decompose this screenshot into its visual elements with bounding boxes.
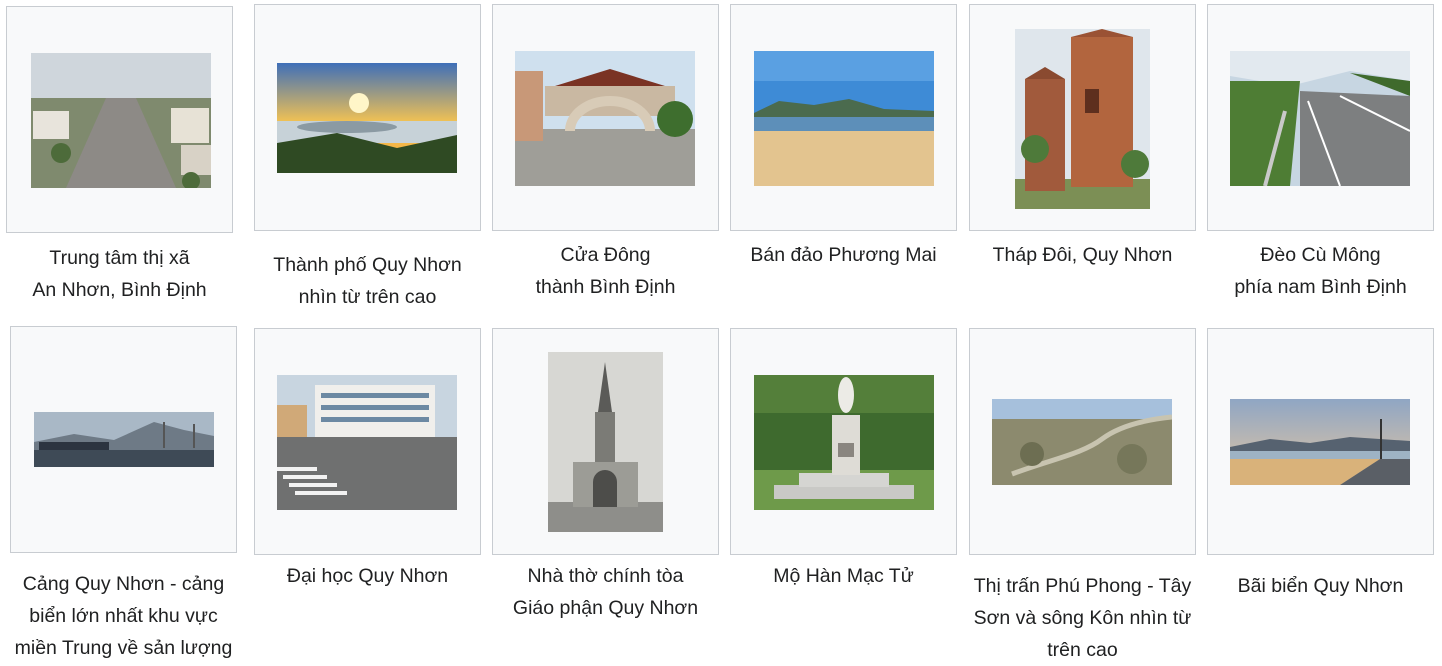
photo-thap-doi[interactable]	[1015, 29, 1150, 209]
caption-line: Cửa Đông	[560, 244, 651, 266]
thumbnail-frame[interactable]	[969, 4, 1196, 231]
caption-line: Cảng Quy Nhơn - cảng	[22, 573, 225, 595]
thumbnail-frame[interactable]	[969, 328, 1196, 555]
photo-bai-bien[interactable]	[1230, 399, 1410, 485]
caption-line: thành Bình Định	[535, 276, 676, 298]
photo-mo-han-mac-tu[interactable]	[754, 375, 934, 510]
caption-line: phía nam Bình Định	[1234, 276, 1407, 298]
caption-line: trên cao	[1047, 639, 1118, 661]
thumbnail-frame[interactable]	[6, 6, 233, 233]
caption: Tháp Đôi, Quy Nhơn	[969, 239, 1196, 271]
thumbnail-frame[interactable]	[254, 4, 481, 231]
caption-line: Đèo Cù Mông	[1260, 244, 1381, 266]
caption: Đại học Quy Nhơn	[254, 560, 481, 592]
photo-deo-cu-mong[interactable]	[1230, 51, 1410, 186]
caption-line: Thị trấn Phú Phong - Tây	[973, 575, 1192, 597]
thumbnail-frame[interactable]	[1207, 4, 1434, 231]
caption-line: biển lớn nhất khu vực	[29, 605, 218, 627]
caption-line: Trung tâm thị xã	[49, 247, 190, 269]
photo-phu-phong[interactable]	[992, 399, 1172, 485]
caption-line: Nhà thờ chính tòa	[527, 565, 684, 587]
caption: Thị trấn Phú Phong - Tây Sơn và sông Kôn …	[969, 570, 1196, 666]
caption-line: Đại học Quy Nhơn	[286, 565, 449, 587]
caption-line: Mộ Hàn Mạc Tử	[773, 565, 914, 587]
thumbnail-frame[interactable]	[730, 4, 957, 231]
photo-quy-nhon-aerial[interactable]	[277, 63, 457, 173]
caption-line: Bán đảo Phương Mai	[750, 244, 937, 266]
thumbnail-frame[interactable]	[254, 328, 481, 555]
caption: Cửa Đông thành Bình Định	[492, 239, 719, 303]
photo-nha-tho[interactable]	[548, 352, 663, 532]
caption: Bán đảo Phương Mai	[730, 239, 957, 271]
thumbnail-frame[interactable]	[1207, 328, 1434, 555]
caption-line: An Nhơn, Bình Định	[32, 279, 207, 301]
caption-line: Bãi biển Quy Nhơn	[1237, 575, 1404, 597]
caption: Thành phố Quy Nhơn nhìn từ trên cao	[254, 249, 481, 313]
thumbnail-frame[interactable]	[10, 326, 237, 553]
photo-cua-dong[interactable]	[515, 51, 695, 186]
image-gallery: Trung tâm thị xã An Nhơn, Bình Định Thành…	[0, 0, 1442, 663]
caption-line: nhìn từ trên cao	[298, 286, 437, 308]
caption-line: miền Trung về sản lượng	[14, 637, 233, 659]
caption-line: Sơn và sông Kôn nhìn từ	[973, 607, 1192, 629]
photo-phuong-mai[interactable]	[754, 51, 934, 186]
photo-an-nhon-center[interactable]	[31, 53, 211, 188]
photo-dai-hoc-quy-nhon[interactable]	[277, 375, 457, 510]
thumbnail-frame[interactable]	[492, 328, 719, 555]
thumbnail-frame[interactable]	[730, 328, 957, 555]
caption: Bãi biển Quy Nhơn	[1207, 570, 1434, 602]
photo-cang-quy-nhon[interactable]	[34, 412, 214, 467]
thumbnail-frame[interactable]	[492, 4, 719, 231]
caption: Mộ Hàn Mạc Tử	[730, 560, 957, 592]
caption-line: Thành phố Quy Nhơn	[273, 254, 462, 276]
caption-line: Giáo phận Quy Nhơn	[512, 597, 699, 619]
caption: Trung tâm thị xã An Nhơn, Bình Định	[6, 242, 233, 306]
caption-line: Tháp Đôi, Quy Nhơn	[992, 244, 1173, 266]
caption: Nhà thờ chính tòa Giáo phận Quy Nhơn	[492, 560, 719, 624]
caption: Đèo Cù Mông phía nam Bình Định	[1207, 239, 1434, 303]
caption: Cảng Quy Nhơn - cảng biển lớn nhất khu vự…	[10, 568, 237, 664]
